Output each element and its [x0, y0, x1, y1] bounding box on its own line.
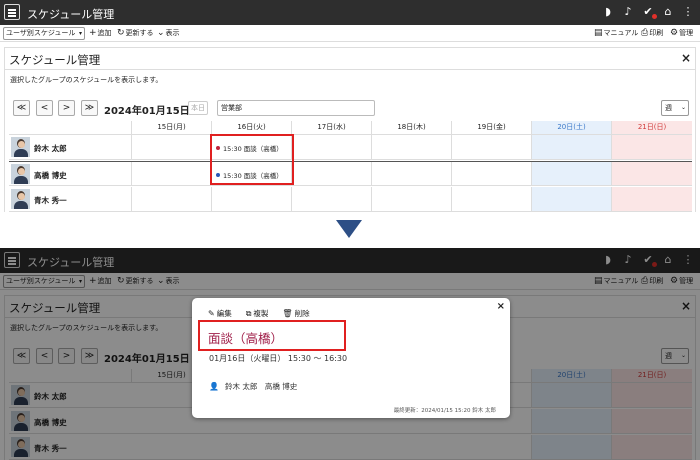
event-detail-modal: ✎ 編集 ⧉ 複製 🗑 削除 × 面談（高橋） 01月16日（火曜日） 15:30 〜… — [192, 298, 510, 418]
avatar — [11, 137, 30, 157]
view-select[interactable]: ユーザ別スケジュール ▾ — [3, 27, 85, 40]
day-cell[interactable] — [131, 162, 211, 185]
day-header: 16日(火) — [211, 121, 291, 134]
member-row: 鈴木 太郎 15:30 面談（高橋） — [9, 135, 692, 160]
topbar-icons: ◗ ♪ ✔ ⌂ ⋮ — [602, 5, 694, 19]
page-title: スケジュール管理 — [9, 53, 101, 67]
trash-icon: 🗑 — [282, 309, 293, 318]
day-cell[interactable] — [211, 187, 291, 211]
day-cell[interactable] — [371, 187, 451, 211]
book-icon: ▤ — [594, 28, 603, 38]
delete-button[interactable]: 🗑 削除 — [282, 308, 309, 319]
close-icon[interactable]: × — [681, 51, 691, 65]
highlight-box — [198, 320, 346, 351]
copy-button[interactable]: ⧉ 複製 — [246, 308, 269, 319]
first-button[interactable]: ≪ — [13, 100, 30, 116]
avatar — [11, 189, 30, 209]
pencil-icon: ✎ — [208, 309, 215, 318]
divider — [5, 69, 695, 70]
plus-icon: + — [89, 28, 97, 38]
member-cell[interactable]: 鈴木 太郎 — [9, 135, 131, 159]
screenshot-after: スケジュール管理 ◗ ♪ ✔ ⌂ ⋮ ユーザ別スケジュール ▾ +追加 ↻更新する… — [0, 248, 700, 460]
toolbar: ユーザ別スケジュール ▾ +追加 ↻更新する ⌄表示 ▤マニュアル ⎙印刷 ⚙管理 — [0, 25, 700, 42]
day-header: 17日(水) — [291, 121, 371, 134]
day-cell[interactable] — [611, 135, 692, 159]
member-row: 高橋 博史 15:30 面談（高橋） — [9, 161, 692, 186]
day-cell[interactable] — [451, 135, 531, 159]
today-button[interactable]: 本日 — [188, 101, 208, 115]
person-icon: 👤 — [209, 382, 219, 391]
refresh-button[interactable]: ↻更新する — [117, 28, 154, 39]
home-icon[interactable]: ⌂ — [662, 5, 674, 19]
day-header: 21日(日) — [611, 121, 692, 134]
day-cell[interactable] — [371, 135, 451, 159]
add-button[interactable]: +追加 — [89, 28, 112, 39]
event-time: 01月16日（火曜日） 15:30 〜 16:30 — [209, 354, 348, 363]
day-cell[interactable] — [371, 162, 451, 185]
modal-actions: ✎ 編集 ⧉ 複製 🗑 削除 — [208, 308, 310, 319]
day-cell[interactable] — [451, 187, 531, 211]
day-cell[interactable] — [531, 187, 611, 211]
day-cell[interactable] — [291, 162, 371, 185]
close-icon[interactable]: × — [497, 301, 505, 312]
down-arrow-icon — [336, 220, 362, 238]
prev-button[interactable]: < — [36, 100, 53, 116]
manual-button[interactable]: ▤マニュアル — [594, 28, 638, 39]
group-input[interactable]: 営業部 — [217, 100, 375, 116]
copy-icon: ⧉ — [245, 309, 252, 318]
app-title: スケジュール管理 — [27, 8, 115, 21]
day-cell[interactable] — [531, 135, 611, 159]
current-date: 2024年01月15日 — [104, 106, 190, 117]
last-updated: 最終更新：2024/01/15 15:20 鈴木 太郎 — [393, 408, 496, 414]
print-icon: ⎙ — [641, 28, 649, 38]
print-button[interactable]: ⎙印刷 — [641, 28, 663, 39]
app-titlebar: スケジュール管理 ◗ ♪ ✔ ⌂ ⋮ — [0, 0, 700, 25]
day-cell[interactable] — [531, 162, 611, 185]
day-cell[interactable] — [131, 187, 211, 211]
admin-button[interactable]: ⚙管理 — [670, 28, 693, 39]
edit-button[interactable]: ✎ 編集 — [208, 308, 232, 319]
day-header: 19日(金) — [451, 121, 531, 134]
refresh-icon: ↻ — [117, 28, 125, 38]
check-icon[interactable]: ✔ — [642, 5, 657, 19]
grid-header: 15日(月) 16日(火) 17日(水) 18日(木) 19日(金) 20日(土… — [9, 121, 692, 135]
display-button[interactable]: ⌄表示 — [157, 28, 180, 39]
day-cell[interactable] — [291, 187, 371, 211]
day-header: 20日(土) — [531, 121, 611, 134]
day-cell[interactable] — [611, 162, 692, 185]
last-button[interactable]: ≫ — [81, 100, 98, 116]
chevron-down-icon: ⌄ — [157, 28, 165, 38]
day-cell[interactable] — [291, 135, 371, 159]
gear-icon: ⚙ — [670, 28, 679, 38]
bookmark-icon[interactable]: ◗ — [602, 5, 614, 19]
member-cell[interactable]: 青木 秀一 — [9, 187, 131, 211]
page-description: 選択したグループのスケジュールを表示します。 — [10, 76, 163, 84]
next-button[interactable]: > — [58, 100, 75, 116]
screenshot-before: スケジュール管理 ◗ ♪ ✔ ⌂ ⋮ ユーザ別スケジュール ▾ +追加 ↻更新する… — [0, 0, 700, 212]
day-cell[interactable] — [131, 135, 211, 159]
day-header: 18日(木) — [371, 121, 451, 134]
day-header: 15日(月) — [131, 121, 211, 134]
avatar — [11, 164, 30, 184]
member-cell[interactable]: 高橋 博史 — [9, 162, 131, 185]
member-name: 青木 秀一 — [34, 196, 67, 205]
period-select[interactable]: 週 ⌄ — [661, 100, 689, 116]
day-cell[interactable] — [611, 187, 692, 211]
event-participants: 👤 鈴木 太郎 高橋 博史 — [209, 382, 298, 391]
highlight-box — [210, 134, 294, 185]
member-row: 青木 秀一 — [9, 187, 692, 212]
menu-icon[interactable] — [4, 4, 20, 20]
more-icon[interactable]: ⋮ — [682, 5, 694, 19]
bell-icon[interactable]: ♪ — [622, 5, 634, 19]
member-name: 高橋 博史 — [34, 171, 67, 180]
day-cell[interactable] — [451, 162, 531, 185]
member-name: 鈴木 太郎 — [34, 144, 67, 153]
